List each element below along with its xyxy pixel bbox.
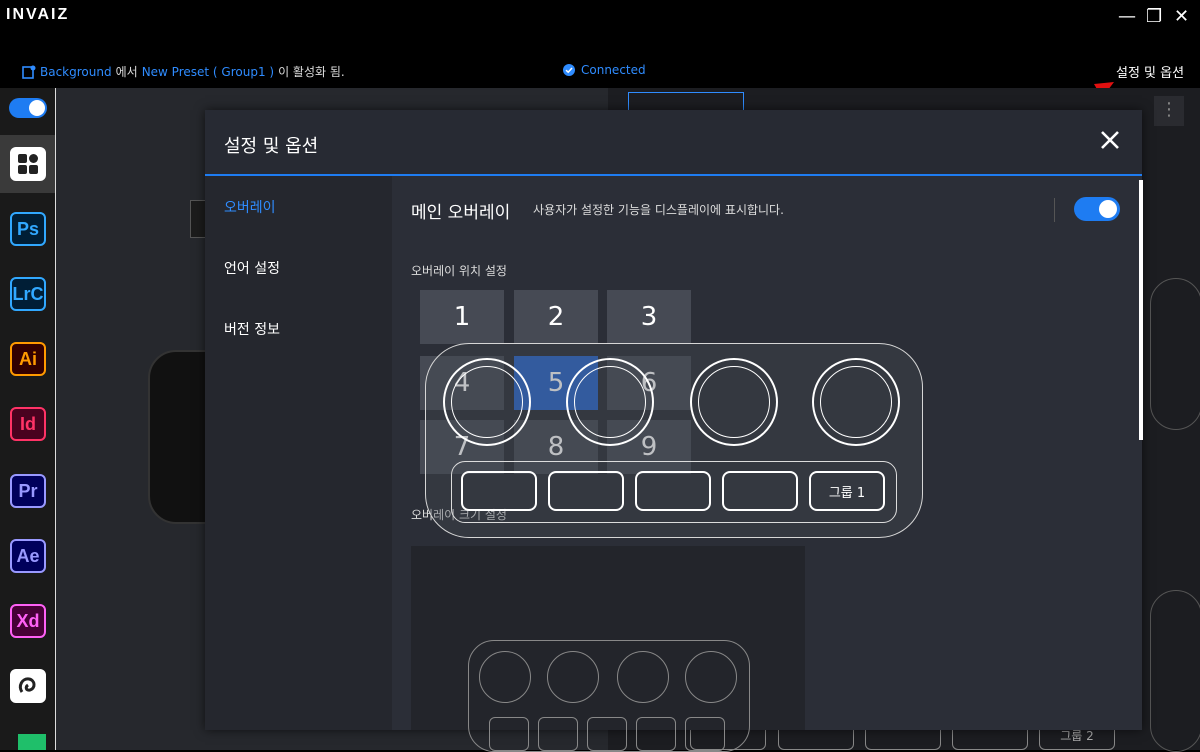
sidebar-item-clip-studio[interactable] bbox=[10, 669, 46, 703]
modal-close-button[interactable] bbox=[1100, 129, 1120, 155]
bg-device-outline-right-bottom bbox=[1150, 590, 1200, 752]
status-middle-text: 에서 bbox=[115, 65, 138, 79]
overlay-knob-3 bbox=[690, 358, 778, 446]
maximize-icon[interactable]: ❐ bbox=[1146, 6, 1162, 27]
sidebar-toggle-switch[interactable] bbox=[9, 98, 47, 118]
divider bbox=[1054, 198, 1055, 222]
close-icon bbox=[1101, 131, 1119, 149]
status-app-name: Background bbox=[40, 64, 112, 79]
settings-nav: 오버레이 언어 설정 버전 정보 bbox=[205, 176, 392, 730]
preview-knob bbox=[479, 651, 531, 703]
sidebar-item-illustrator[interactable]: Ai bbox=[10, 342, 46, 376]
more-options-icon[interactable]: ⋮ bbox=[1154, 96, 1184, 126]
sidebar-item-premiere[interactable]: Pr bbox=[10, 474, 46, 508]
status-preset-name: New Preset ( Group1 ) bbox=[141, 64, 275, 79]
overlay-knob-2 bbox=[566, 358, 654, 446]
status-suffix-text: 이 활성화 됨. bbox=[278, 65, 345, 79]
grid-icon bbox=[18, 154, 38, 174]
position-cell-1[interactable]: 1 bbox=[420, 290, 504, 344]
modal-header: 설정 및 옵션 bbox=[205, 110, 1142, 176]
nav-item-language[interactable]: 언어 설정 bbox=[224, 258, 280, 278]
invaiz-logo: INVAIZ bbox=[6, 6, 70, 23]
overlay-knob-ring bbox=[451, 366, 523, 438]
active-preset-status: Background 에서 New Preset ( Group1 ) 이 활성화 … bbox=[22, 63, 345, 80]
sidebar-item-after-effects[interactable]: Ae bbox=[10, 539, 46, 573]
preview-key bbox=[489, 717, 529, 751]
connection-status: Connected bbox=[563, 63, 646, 77]
position-cell-3[interactable]: 3 bbox=[607, 290, 691, 344]
sidebar-item-all-apps[interactable] bbox=[10, 147, 46, 181]
sidebar-item-indesign[interactable]: Id bbox=[10, 407, 46, 441]
preset-edit-icon bbox=[22, 65, 36, 79]
bg-device-button bbox=[190, 200, 206, 238]
sidebar-item-lightroom-classic[interactable]: LrC bbox=[10, 277, 46, 311]
nav-item-version[interactable]: 버전 정보 bbox=[224, 319, 280, 339]
main-overlay-description: 사용자가 설정한 기능을 디스플레이에 표시합니다. bbox=[533, 203, 784, 217]
overlay-key-row: 그룹 1 bbox=[451, 461, 897, 523]
overlay-group-key: 그룹 1 bbox=[809, 471, 885, 511]
preview-key bbox=[538, 717, 578, 751]
overlay-knob-ring bbox=[574, 366, 646, 438]
overlay-knob-ring bbox=[820, 366, 892, 438]
main-overlay-title: 메인 오버레이 bbox=[411, 203, 511, 223]
title-bar: INVAIZ — ❐ ✕ Background 에서 New Preset ( G… bbox=[0, 0, 1200, 88]
overlay-key-4 bbox=[722, 471, 798, 511]
overlay-key-2 bbox=[548, 471, 624, 511]
overlay-key-3 bbox=[635, 471, 711, 511]
nav-item-overlay[interactable]: 오버레이 bbox=[224, 197, 276, 217]
overlay-knob-ring bbox=[698, 366, 770, 438]
scrollbar[interactable] bbox=[1139, 180, 1143, 440]
overlay-key-1 bbox=[461, 471, 537, 511]
sidebar-item-photoshop[interactable]: Ps bbox=[10, 212, 46, 246]
sidebar-item-xd[interactable]: Xd bbox=[10, 604, 46, 638]
preview-knob bbox=[685, 651, 737, 703]
minimize-icon[interactable]: — bbox=[1118, 6, 1136, 27]
overlay-knob-1 bbox=[443, 358, 531, 446]
preview-knob bbox=[617, 651, 669, 703]
preview-device bbox=[468, 640, 750, 752]
main-overlay-toggle[interactable] bbox=[1074, 197, 1120, 221]
connection-label: Connected bbox=[581, 63, 646, 77]
bg-device-outline-right bbox=[1150, 278, 1200, 430]
app-sidebar: Ps LrC Ai Id Pr Ae Xd bbox=[0, 88, 57, 750]
settings-link[interactable]: 설정 및 옵션 bbox=[1116, 62, 1184, 81]
overlay-position-label: 오버레이 위치 설정 bbox=[411, 264, 507, 278]
check-circle-icon bbox=[563, 64, 575, 76]
modal-title: 설정 및 옵션 bbox=[224, 136, 319, 157]
sidebar-item-partial[interactable] bbox=[18, 734, 46, 750]
clip-studio-icon bbox=[18, 677, 36, 693]
preview-key bbox=[636, 717, 676, 751]
close-icon[interactable]: ✕ bbox=[1174, 6, 1189, 27]
preview-knob bbox=[547, 651, 599, 703]
preview-key bbox=[685, 717, 725, 751]
preview-key bbox=[587, 717, 627, 751]
device-overlay-hud: 그룹 1 bbox=[425, 343, 923, 538]
position-cell-2[interactable]: 2 bbox=[514, 290, 598, 344]
overlay-knob-4 bbox=[812, 358, 900, 446]
